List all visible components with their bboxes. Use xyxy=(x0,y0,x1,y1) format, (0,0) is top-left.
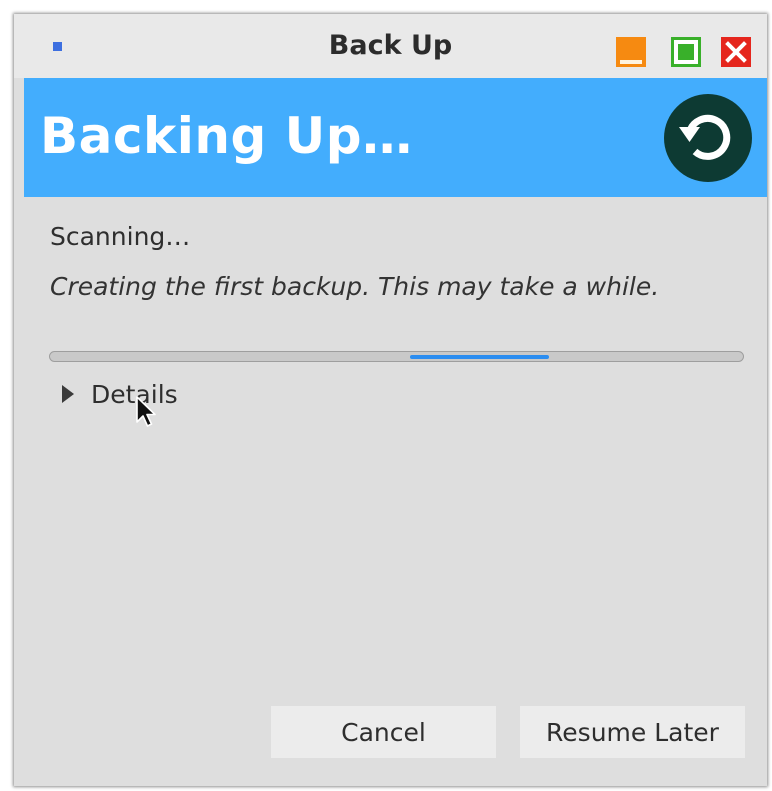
status-text: Scanning… xyxy=(50,222,191,251)
expand-triangle-icon xyxy=(62,385,74,403)
backup-window: Back Up Backing Up… Scanning… Creating t… xyxy=(14,14,767,786)
sync-icon xyxy=(664,94,752,182)
progress-indicator xyxy=(410,355,549,359)
cancel-button[interactable]: Cancel xyxy=(271,706,496,758)
close-icon[interactable] xyxy=(721,37,751,67)
header-banner: Backing Up… xyxy=(24,78,767,197)
details-expander[interactable]: Details xyxy=(62,376,178,412)
page-title: Backing Up… xyxy=(40,107,413,165)
status-subtitle: Creating the first backup. This may take… xyxy=(50,272,660,301)
resume-later-button[interactable]: Resume Later xyxy=(520,706,745,758)
window-title: Back Up xyxy=(328,30,453,61)
progress-bar xyxy=(49,351,744,362)
minimize-icon[interactable] xyxy=(616,37,646,67)
mouse-pointer-icon xyxy=(136,396,156,427)
maximize-icon[interactable] xyxy=(671,37,701,67)
title-bar[interactable]: Back Up xyxy=(14,14,767,78)
details-label: Details xyxy=(91,379,178,409)
